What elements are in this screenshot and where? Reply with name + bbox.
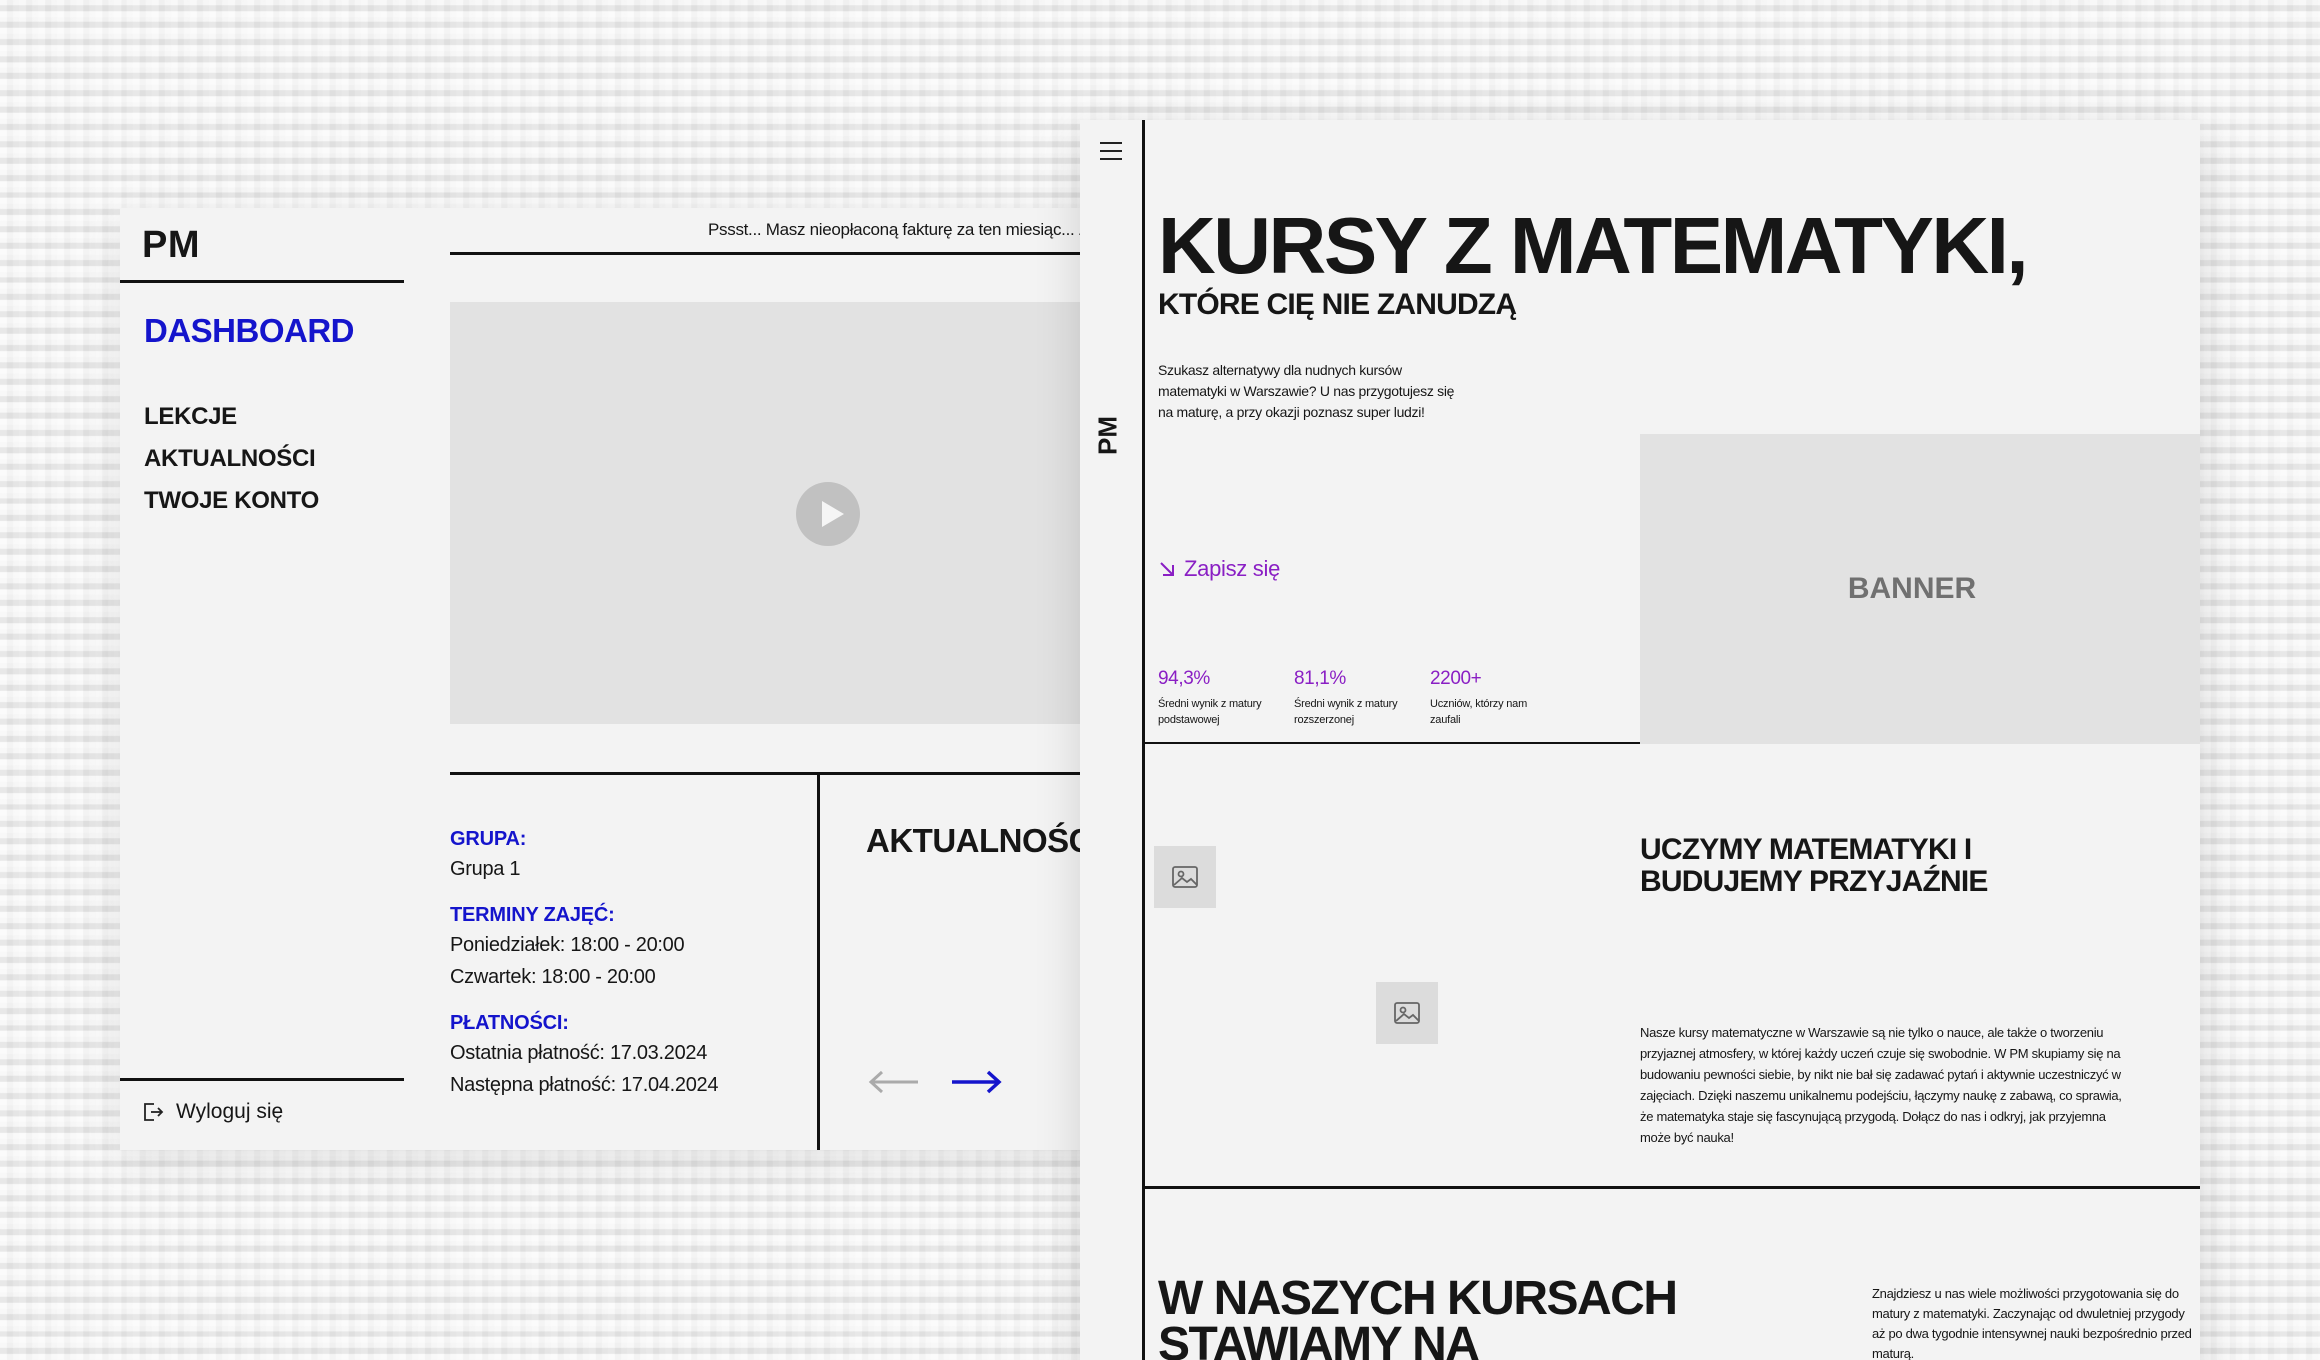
image-placeholder <box>1154 846 1216 908</box>
banner-label: BANNER <box>1847 572 1977 605</box>
stat-value: 81,1% <box>1294 668 1346 689</box>
play-icon[interactable] <box>796 482 860 546</box>
landing-window: PM KURSY Z MATEMATYKI, KTÓRE CIĘ NIE ZAN… <box>1080 120 2200 1360</box>
stat-label: Średni wynik z matury podstawowej <box>1158 698 1262 726</box>
arrow-left-icon[interactable] <box>868 1070 920 1094</box>
sidebar-bottom-divider <box>120 1078 404 1081</box>
section-title: UCZYMY MATEMATYKI I BUDUJEMY PRZYJAŹNIE <box>1640 833 1988 898</box>
group-value: Grupa 1 <box>450 858 521 880</box>
menu-icon[interactable] <box>1100 142 1122 166</box>
dashboard-logo[interactable]: PM <box>142 224 200 267</box>
sidebar-item-lekcje[interactable]: LEKCJE <box>144 396 319 438</box>
logout-icon <box>144 1103 164 1121</box>
sidebar-item-dashboard[interactable]: DASHBOARD <box>144 312 355 350</box>
sidebar-divider <box>120 280 404 283</box>
schedule-label: TERMINY ZAJĘĆ: <box>450 904 615 926</box>
logout-button[interactable]: Wyloguj się <box>142 1100 283 1124</box>
payment-item: Ostatnia płatność: 17.03.2024 <box>450 1042 708 1064</box>
image-icon <box>1172 866 1198 888</box>
payments-label: PŁATNOŚCI: <box>450 1012 569 1034</box>
stat-label: Uczniów, którzy nam zaufali <box>1430 698 1528 726</box>
section-text: Nasze kursy matematyczne w Warszawie są … <box>1640 1025 2122 1145</box>
section-divider <box>1144 1186 2200 1189</box>
image-placeholder <box>1376 982 1438 1044</box>
stat-value: 94,3% <box>1158 668 1210 689</box>
stat-basic: 94,3% Średni wynik z matury podstawowej <box>1158 668 1288 728</box>
payment-ticker: Pssst... Masz nieopłaconą fakturę za ten… <box>708 220 1138 239</box>
stat-label: Średni wynik z matury rozszerzonej <box>1294 698 1398 726</box>
sidebar-divider <box>1142 120 1145 1360</box>
stat-extended: 81,1% Średni wynik z matury rozszerzonej <box>1294 668 1424 728</box>
sidebar-nav: LEKCJE AKTUALNOŚCI TWOJE KONTO <box>144 396 319 522</box>
sidebar-item-aktualnosci[interactable]: AKTUALNOŚCI <box>144 438 319 480</box>
stat-students: 2200+ Uczniów, którzy nam zaufali <box>1430 668 1540 728</box>
logout-label: Wyloguj się <box>176 1100 284 1123</box>
hero-subheadline: KTÓRE CIĘ NIE ZANUDZĄ <box>1158 288 1517 321</box>
arrow-right-icon[interactable] <box>950 1070 1002 1094</box>
column-divider <box>817 772 820 1150</box>
schedule-item: Poniedziałek: 18:00 - 20:00 <box>450 934 685 956</box>
news-title: AKTUALNOŚCI <box>866 822 1101 859</box>
courses-text: Znajdziesz u nas wiele możliwości przygo… <box>1872 1286 2192 1360</box>
payment-item: Następna płatność: 17.04.2024 <box>450 1074 719 1096</box>
courses-title: W NASZYCH KURSACH STAWIAMY NA <box>1158 1272 1678 1360</box>
side-logo[interactable]: PM <box>1093 416 1124 456</box>
hero-headline: KURSY Z MATEMATYKI, <box>1158 201 2029 290</box>
image-icon <box>1394 1002 1420 1024</box>
hero-lede: Szukasz alternatywy dla nudnych kursów m… <box>1158 362 1455 420</box>
schedule-item: Czwartek: 18:00 - 20:00 <box>450 966 656 988</box>
dashboard-window: PM DASHBOARD LEKCJE AKTUALNOŚCI TWOJE KO… <box>120 208 1220 1150</box>
stat-value: 2200+ <box>1430 668 1482 689</box>
signup-link[interactable]: Zapisz się <box>1158 556 1280 582</box>
stats-divider <box>1144 742 1688 744</box>
signup-label: Zapisz się <box>1184 556 1281 581</box>
arrow-down-right-icon <box>1160 562 1174 576</box>
sidebar-item-konto[interactable]: TWOJE KONTO <box>144 480 319 522</box>
hero-banner: BANNER <box>1640 434 2200 744</box>
group-label: GRUPA: <box>450 828 527 850</box>
